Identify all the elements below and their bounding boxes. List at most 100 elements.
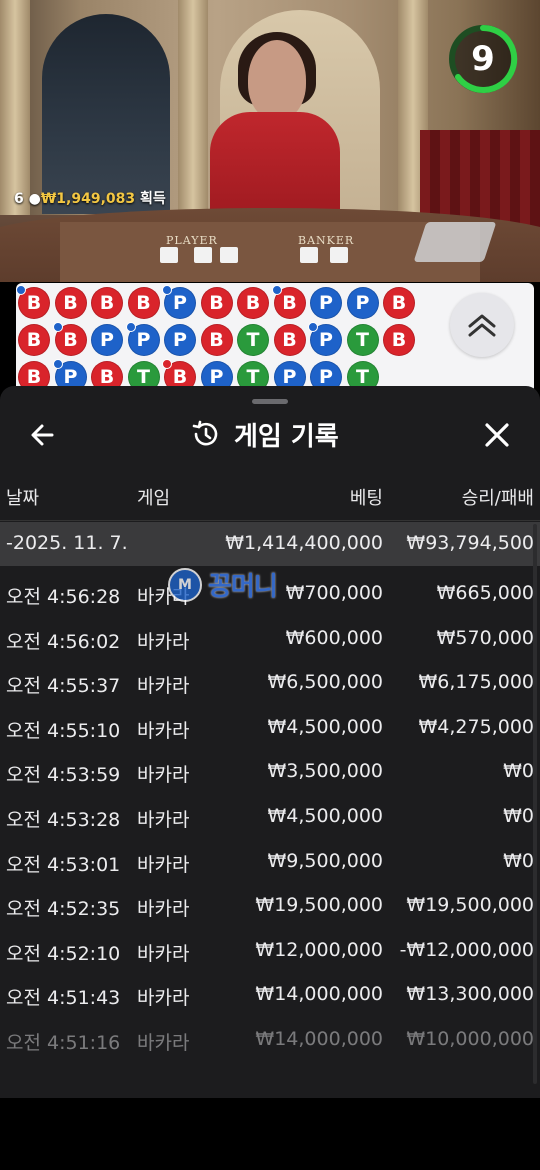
time-cell: 오전 4:53:59: [6, 764, 121, 787]
game-cell: 바카라: [137, 898, 190, 921]
game-cell: 바카라: [137, 1032, 190, 1054]
winners-banner: 6 ●₩1,949,083 획득: [14, 188, 166, 208]
playing-card: [220, 247, 238, 263]
column-header-game: 게임: [137, 488, 171, 509]
header-divider: [0, 520, 540, 521]
playing-card: [300, 247, 318, 263]
column-header-date: 날짜: [6, 488, 40, 509]
bead-banker: B: [54, 287, 87, 319]
history-row[interactable]: 오전 4:53:59 바카라 ₩3,500,000 ₩0: [0, 750, 540, 794]
history-row[interactable]: 오전 4:51:43 바카라 ₩14,000,000 ₩13,300,000: [0, 973, 540, 1017]
expand-button[interactable]: [450, 293, 514, 357]
winners-amount: ₩1,949,083: [40, 191, 136, 207]
playing-card: [194, 247, 212, 263]
playing-card: [330, 247, 348, 263]
pillar: [178, 0, 208, 215]
pair-dot: [125, 322, 136, 332]
time-cell: 오전 4:55:37: [6, 675, 121, 698]
bet-cell: ₩6,500,000: [267, 671, 383, 694]
total-bet-cell: ₩1,414,400,000: [225, 532, 383, 554]
time-cell: 오전 4:52:10: [6, 942, 121, 965]
game-cell: 바카라: [137, 764, 190, 787]
winners-suffix: 획득: [140, 191, 166, 207]
history-icon: [192, 420, 218, 446]
player-label: PLAYER: [166, 234, 218, 247]
pair-dot: [162, 285, 172, 295]
bead-tie: T: [346, 324, 379, 356]
history-row[interactable]: 오전 4:51:16 바카라 ₩14,000,000 ₩10,000,000: [0, 1018, 540, 1062]
bead-banker: B: [383, 324, 415, 356]
history-row[interactable]: 오전 4:53:01 바카라 ₩9,500,000 ₩0: [0, 840, 540, 884]
result-cell: ₩10,000,000: [406, 1028, 534, 1050]
dealer-face: [248, 40, 306, 120]
bet-cell: ₩3,500,000: [267, 760, 383, 783]
bead-tie: T: [237, 324, 269, 356]
history-row[interactable]: 오전 4:52:10 바카라 ₩12,000,000 -₩12,000,000: [0, 929, 540, 973]
bead-banker: B: [383, 287, 415, 319]
bet-cell: ₩4,500,000: [267, 715, 383, 738]
pair-dot: [52, 322, 63, 332]
game-cell: 바카라: [137, 630, 190, 653]
pair-dot: [16, 285, 26, 295]
time-cell: 오전 4:52:35: [6, 898, 121, 921]
time-cell: 오전 4:51:43: [6, 987, 121, 1010]
bet-cell: ₩14,000,000: [255, 1028, 383, 1050]
countdown-number: 9: [471, 39, 495, 79]
watermark-logo-icon: M: [168, 567, 202, 602]
result-cell: ₩0: [503, 849, 534, 872]
playing-card: [160, 247, 178, 263]
time-cell: 오전 4:53:01: [6, 853, 121, 876]
card-shoe: [413, 222, 497, 262]
bead-player: P: [164, 324, 196, 356]
column-header-bet: 베팅: [349, 488, 383, 509]
result-cell: ₩19,500,000: [406, 894, 534, 917]
watermark-text: 꽁머니: [208, 572, 278, 602]
bet-cell: ₩19,500,000: [255, 894, 383, 917]
total-result-cell: ₩93,794,500: [406, 532, 534, 554]
result-cell: -₩12,000,000: [399, 938, 534, 961]
back-button[interactable]: [26, 418, 60, 452]
pair-dot: [52, 359, 63, 369]
drag-handle[interactable]: [252, 399, 288, 404]
bead-banker: B: [273, 324, 306, 356]
bead-player: P: [91, 324, 123, 356]
result-cell: ₩13,300,000: [406, 983, 534, 1006]
result-cell: ₩0: [503, 760, 534, 783]
pair-dot: [271, 285, 282, 295]
date-summary-row[interactable]: -2025. 11. 7. ₩1,414,400,000 ₩93,794,500: [0, 522, 540, 566]
panel-title-group: 게임 기록: [190, 414, 339, 454]
history-row[interactable]: 오전 4:53:28 바카라 ₩4,500,000 ₩0: [0, 795, 540, 839]
bead-banker: B: [18, 324, 50, 356]
bottom-bar: [0, 1098, 540, 1170]
history-row[interactable]: 오전 4:55:37 바카라 ₩6,500,000 ₩6,175,000: [0, 661, 540, 705]
arch-doorway: [42, 14, 170, 214]
time-cell: 오전 4:53:28: [6, 809, 121, 831]
game-history-panel: 게임 기록 날짜 게임 베팅 승리/패배 -2025. 11. 7. ₩1,41…: [0, 386, 540, 1098]
pair-dot: [308, 322, 318, 332]
game-cell: 바카라: [137, 809, 190, 831]
bet-cell: ₩700,000: [285, 582, 383, 604]
live-video: PLAYER BANKER 6 ●₩1,949,083 획득 9: [0, 0, 540, 282]
bead-banker: B: [200, 287, 233, 319]
date-cell: -2025. 11. 7.: [6, 532, 128, 554]
result-cell: ₩0: [503, 805, 534, 827]
bead-banker: B: [127, 287, 160, 319]
close-button[interactable]: [480, 418, 514, 452]
time-cell: 오전 4:56:02: [6, 630, 121, 653]
bead-banker: B: [200, 324, 233, 356]
banker-label: BANKER: [298, 234, 355, 247]
column-header-result: 승리/패배: [461, 488, 534, 509]
result-cell: ₩665,000: [436, 582, 534, 604]
scrollbar[interactable]: [533, 524, 537, 1084]
bet-cell: ₩12,000,000: [255, 938, 383, 961]
watermark: M 꽁머니: [168, 566, 278, 603]
game-cell: 바카라: [137, 719, 190, 742]
pair-dot: [162, 359, 172, 369]
history-row[interactable]: 오전 4:56:02 바카라 ₩600,000 ₩570,000: [0, 617, 540, 661]
history-row[interactable]: 오전 4:52:35 바카라 ₩19,500,000 ₩19,500,000: [0, 884, 540, 928]
bet-cell: ₩4,500,000: [267, 805, 383, 827]
panel-title: 게임 기록: [234, 421, 339, 452]
history-row[interactable]: 오전 4:55:10 바카라 ₩4,500,000 ₩4,275,000: [0, 706, 540, 750]
result-cell: ₩4,275,000: [418, 715, 534, 738]
winners-count: 6: [14, 191, 24, 207]
